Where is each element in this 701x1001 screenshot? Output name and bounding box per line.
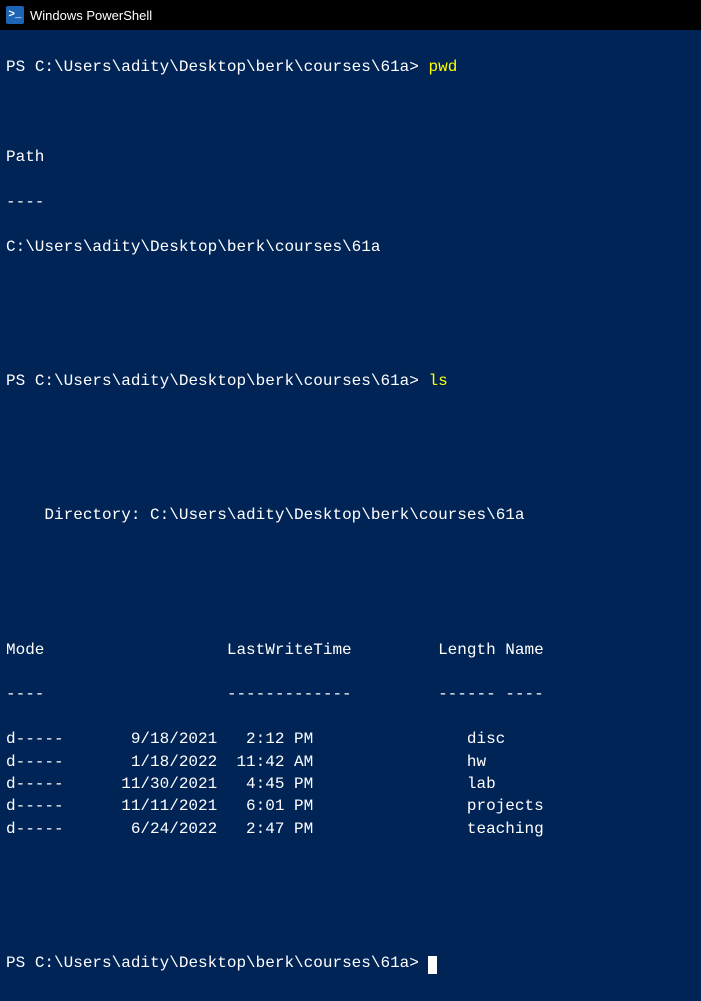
- ls-divider-row: ---- ------------- ------ ----: [6, 683, 695, 705]
- ls-dir-path: C:\Users\adity\Desktop\berk\courses\61a: [150, 506, 524, 524]
- ls-row: d----- 6/24/2022 2:47 PM teaching: [6, 818, 695, 840]
- powershell-icon: >_: [6, 6, 24, 24]
- prompt-cwd: C:\Users\adity\Desktop\berk\courses\61a: [35, 372, 409, 390]
- blank-line: [6, 280, 695, 302]
- blank-line: [6, 325, 695, 347]
- window-title: Windows PowerShell: [30, 8, 152, 23]
- blank-line: [6, 594, 695, 616]
- command-ls: ls: [428, 372, 447, 390]
- terminal-output[interactable]: PS C:\Users\adity\Desktop\berk\courses\6…: [0, 30, 701, 1001]
- ls-row: d----- 9/18/2021 2:12 PM disc: [6, 728, 695, 750]
- ls-rows: d----- 9/18/2021 2:12 PM discd----- 1/18…: [6, 728, 695, 840]
- blank-line: [6, 862, 695, 884]
- pwd-value: C:\Users\adity\Desktop\berk\courses\61a: [6, 236, 695, 258]
- blank-line: [6, 415, 695, 437]
- blank-line: [6, 101, 695, 123]
- command-pwd: pwd: [428, 58, 457, 76]
- powershell-icon-glyph: >_: [8, 9, 21, 21]
- blank-line: [6, 459, 695, 481]
- prompt-line-2: PS C:\Users\adity\Desktop\berk\courses\6…: [6, 370, 695, 392]
- ls-row: d----- 11/30/2021 4:45 PM lab: [6, 773, 695, 795]
- prompt-suffix: >: [409, 372, 428, 390]
- prompt-prefix: PS: [6, 954, 35, 972]
- pwd-header: Path: [6, 146, 695, 168]
- prompt-suffix: >: [409, 954, 428, 972]
- prompt-prefix: PS: [6, 58, 35, 76]
- window-titlebar: >_ Windows PowerShell: [0, 0, 701, 30]
- prompt-cwd: C:\Users\adity\Desktop\berk\courses\61a: [35, 954, 409, 972]
- prompt-line-3[interactable]: PS C:\Users\adity\Desktop\berk\courses\6…: [6, 952, 695, 974]
- prompt-suffix: >: [409, 58, 428, 76]
- blank-line: [6, 907, 695, 929]
- ls-row: d----- 1/18/2022 11:42 AM hw: [6, 751, 695, 773]
- ls-directory-line: Directory: C:\Users\adity\Desktop\berk\c…: [6, 504, 695, 526]
- blank-line: [6, 549, 695, 571]
- prompt-prefix: PS: [6, 372, 35, 390]
- ls-header-row: Mode LastWriteTime Length Name: [6, 639, 695, 661]
- cursor: [428, 956, 437, 974]
- prompt-cwd: C:\Users\adity\Desktop\berk\courses\61a: [35, 58, 409, 76]
- ls-row: d----- 11/11/2021 6:01 PM projects: [6, 795, 695, 817]
- prompt-line-1: PS C:\Users\adity\Desktop\berk\courses\6…: [6, 56, 695, 78]
- pwd-divider: ----: [6, 191, 695, 213]
- ls-dir-label: Directory:: [6, 506, 150, 524]
